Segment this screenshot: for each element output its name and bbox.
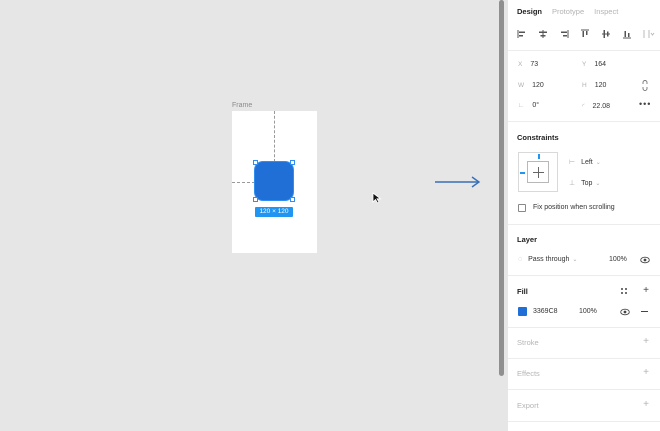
divider	[508, 275, 660, 276]
align-horizontal-center-icon[interactable]	[538, 29, 548, 39]
design-canvas[interactable]: Frame 120 × 120	[0, 0, 500, 431]
add-effect-icon[interactable]: +	[643, 368, 649, 378]
vertical-constraint-icon: ⊥	[569, 180, 576, 187]
frame-label[interactable]: Frame	[232, 102, 252, 109]
y-field[interactable]: Y 164	[582, 61, 606, 68]
divider	[508, 121, 660, 122]
horizontal-constraint-dropdown[interactable]: ⊢ Left ⌄	[569, 158, 601, 166]
tab-inspect[interactable]: Inspect	[594, 7, 618, 16]
corner-radius-icon: ◜	[582, 103, 585, 110]
fill-hex-field[interactable]: 3369C8	[533, 308, 558, 315]
layer-title: Layer	[517, 235, 538, 244]
vertical-guide	[274, 111, 275, 162]
add-fill-icon[interactable]: +	[643, 286, 649, 296]
divider	[508, 358, 660, 359]
distribute-icon[interactable]	[643, 29, 655, 39]
constraint-top-indicator[interactable]	[538, 154, 540, 159]
horizontal-guide	[232, 182, 255, 183]
fill-color-swatch[interactable]	[518, 307, 527, 316]
properties-panel: Design Prototype Inspect X 73 Y 164 W 12…	[508, 0, 660, 431]
divider	[508, 327, 660, 328]
resize-handle-top-left[interactable]	[253, 160, 258, 165]
resize-handle-top-right[interactable]	[290, 160, 295, 165]
tab-design[interactable]: Design	[517, 7, 542, 16]
chevron-down-icon: ⌄	[572, 257, 578, 263]
divider	[508, 224, 660, 225]
constraints-title: Constraints	[517, 133, 559, 142]
stroke-title: Stroke	[517, 338, 539, 347]
align-left-icon[interactable]	[517, 29, 527, 39]
align-vertical-center-icon[interactable]	[601, 29, 611, 39]
plus-icon	[538, 167, 539, 178]
resize-handle-bottom-right[interactable]	[290, 197, 295, 202]
export-title: Export	[517, 401, 539, 410]
canvas-scrollbar[interactable]	[499, 0, 504, 376]
divider	[508, 389, 660, 390]
align-bottom-icon[interactable]	[622, 29, 632, 39]
tab-prototype[interactable]: Prototype	[552, 7, 584, 16]
divider	[508, 421, 660, 422]
constraint-left-indicator[interactable]	[520, 172, 525, 174]
chevron-down-icon: ⌄	[595, 181, 601, 187]
fix-position-checkbox[interactable]	[518, 204, 526, 212]
divider	[508, 50, 660, 51]
horizontal-constraint-icon: ⊢	[569, 159, 576, 166]
eye-icon[interactable]	[620, 308, 630, 316]
selected-rectangle[interactable]	[255, 162, 293, 200]
more-options-icon[interactable]: •••	[639, 99, 651, 109]
chevron-down-icon: ⌄	[595, 160, 601, 166]
fill-opacity-field[interactable]: 100%	[579, 308, 597, 315]
blend-mode-dropdown[interactable]: ◌ Pass through ⌄	[518, 256, 577, 263]
right-arrow-icon	[435, 176, 481, 188]
corner-radius-field[interactable]: ◜ 22.08	[582, 102, 610, 110]
height-field[interactable]: H 120	[582, 82, 606, 89]
size-badge: 120 × 120	[255, 207, 293, 217]
fix-position-label: Fix position when scrolling	[533, 204, 615, 211]
mouse-cursor-icon	[372, 192, 382, 204]
x-field[interactable]: X 73	[518, 61, 538, 68]
remove-fill-icon[interactable]	[641, 311, 648, 312]
effects-title: Effects	[517, 369, 540, 378]
add-export-icon[interactable]: +	[643, 400, 649, 410]
alignment-toolbar	[517, 29, 655, 39]
layer-opacity-field[interactable]: 100%	[609, 256, 627, 263]
constraints-widget[interactable]	[518, 152, 558, 192]
constrain-proportions-icon[interactable]	[641, 80, 649, 91]
align-right-icon[interactable]	[559, 29, 569, 39]
style-grid-icon[interactable]	[620, 287, 628, 295]
eye-icon[interactable]	[640, 256, 650, 264]
rotation-field[interactable]: ∟ 0°	[518, 102, 539, 109]
align-top-icon[interactable]	[580, 29, 590, 39]
fill-title: Fill	[517, 287, 528, 296]
vertical-constraint-dropdown[interactable]: ⊥ Top ⌄	[569, 179, 600, 187]
resize-handle-bottom-left[interactable]	[253, 197, 258, 202]
rotation-icon: ∟	[518, 102, 525, 109]
panel-tabs: Design Prototype Inspect	[508, 0, 660, 16]
blend-mode-icon: ◌	[518, 256, 523, 263]
width-field[interactable]: W 120	[518, 82, 544, 89]
add-stroke-icon[interactable]: +	[643, 337, 649, 347]
